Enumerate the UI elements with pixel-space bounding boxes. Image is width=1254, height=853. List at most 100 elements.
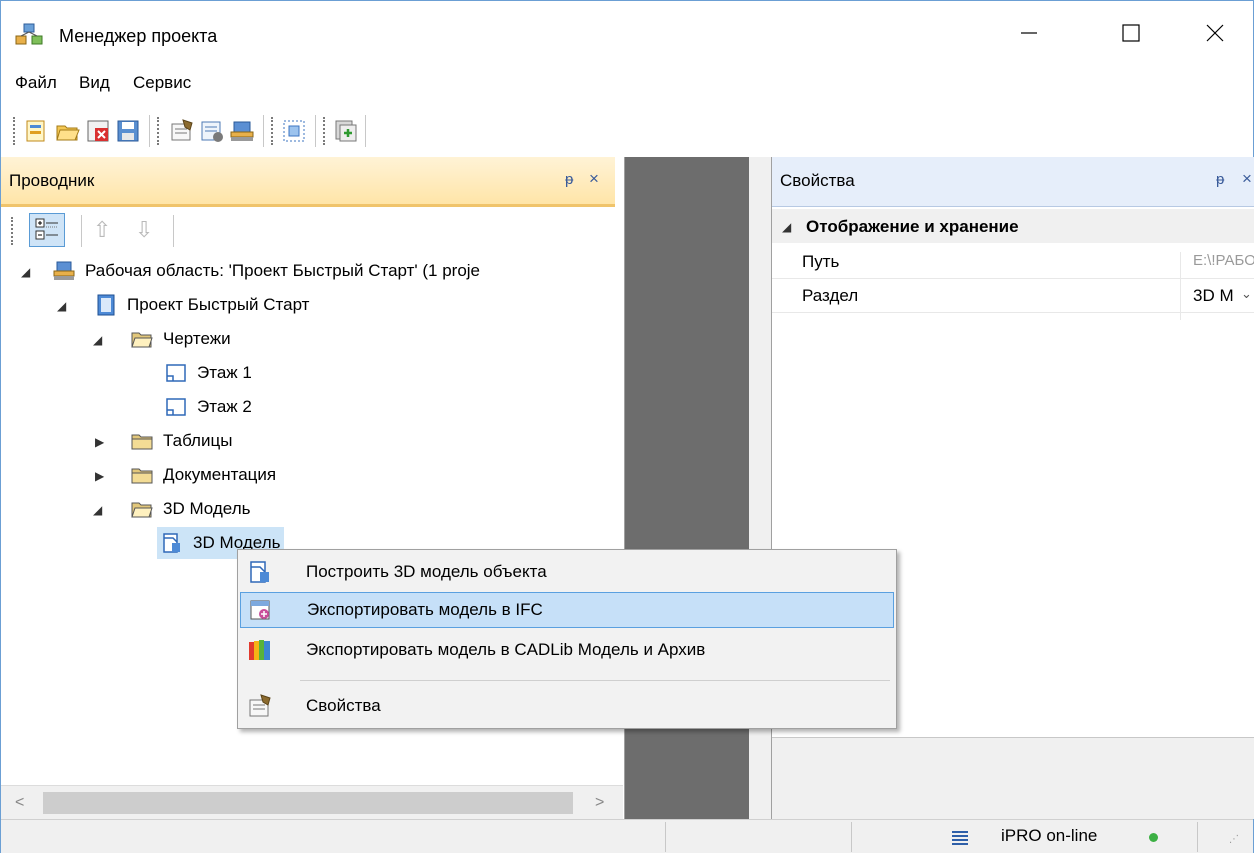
tree-item-drawings[interactable]: ◢ Чертежи — [93, 323, 231, 355]
folder-icon — [131, 464, 153, 486]
tree-label: Рабочая область: 'Проект Быстрый Старт' … — [85, 261, 481, 280]
expand-toggle-icon[interactable]: ◢ — [57, 299, 66, 313]
title-bar: Менеджер проекта — [1, 1, 1253, 63]
grid-icon[interactable] — [281, 118, 307, 144]
tree-label: Документация — [163, 465, 277, 484]
tree-item-workspace[interactable]: ◢ Рабочая область: 'Проект Быстрый Старт… — [21, 255, 480, 287]
online-indicator — [1149, 833, 1158, 842]
collapse-toggle-icon[interactable]: ▶ — [95, 469, 104, 483]
workspace-icon[interactable] — [229, 118, 255, 144]
menu-item-properties[interactable]: Свойства — [240, 688, 894, 724]
toolbar-separator — [315, 115, 316, 147]
status-separator — [851, 822, 852, 852]
window-title: Менеджер проекта — [59, 26, 218, 46]
open-project-icon[interactable] — [55, 118, 81, 144]
tree-item-floor-1[interactable]: Этаж 1 — [165, 357, 252, 389]
menu-service[interactable]: Сервис — [133, 73, 191, 93]
collapse-toggle-icon[interactable]: ▶ — [95, 435, 104, 449]
resize-grip-icon[interactable]: ⋰ — [1229, 834, 1239, 845]
toolbar-grip[interactable] — [323, 117, 326, 145]
properties-header: Свойства ᵽ × — [772, 157, 1254, 207]
tree-item-documentation[interactable]: ▶ Документация — [93, 459, 276, 491]
scroll-thumb[interactable] — [43, 792, 573, 814]
menu-item-export-cadlib[interactable]: Экспортировать модель в CADLib Модель и … — [240, 632, 894, 668]
minimize-icon — [1019, 23, 1039, 48]
status-separator — [1197, 822, 1198, 852]
tree-item-tables[interactable]: ▶ Таблицы — [93, 425, 232, 457]
settings-icon[interactable] — [199, 118, 225, 144]
export-ifc-icon — [249, 598, 273, 622]
property-group-label: Отображение и хранение — [806, 217, 1019, 236]
open-folder-icon — [131, 328, 153, 350]
pin-icon[interactable]: ᵽ — [1216, 171, 1224, 188]
toolbar-separator — [81, 215, 82, 247]
main-toolbar — [1, 105, 1253, 157]
scroll-left-icon[interactable]: < — [15, 794, 24, 812]
property-row-path[interactable]: Путь E:\!РАБО — [772, 245, 1254, 286]
menu-file[interactable]: Файл — [15, 73, 57, 93]
menu-item-label: Построить 3D модель объекта — [306, 562, 547, 581]
chevron-down-icon[interactable]: ⌄ — [1241, 286, 1252, 302]
scroll-right-icon[interactable]: > — [595, 794, 604, 812]
maximize-button[interactable] — [1107, 11, 1155, 59]
status-separator — [665, 822, 666, 852]
menu-item-label: Свойства — [306, 696, 381, 715]
build-model-icon — [248, 560, 272, 584]
property-row-section[interactable]: Раздел 3D М ⌄ — [772, 279, 1254, 320]
explorer-header: Проводник ᵽ × — [1, 157, 615, 207]
service-status[interactable]: iPRO on-line — [1001, 826, 1097, 846]
property-group[interactable]: ◢ Отображение и хранение — [772, 209, 1254, 243]
project-properties-icon[interactable] — [169, 118, 195, 144]
property-name: Путь — [802, 252, 840, 271]
workspace-icon — [53, 260, 75, 282]
arrow-up-icon[interactable]: ⇧ — [93, 217, 111, 243]
project-icon — [95, 294, 117, 316]
toolbar-grip[interactable] — [157, 117, 160, 145]
status-bar: iPRO on-line ⋰ — [1, 819, 1253, 853]
add-icon[interactable] — [333, 118, 359, 144]
properties-icon — [248, 694, 272, 718]
pin-icon[interactable]: ᵽ — [565, 171, 573, 188]
export-cadlib-icon — [248, 638, 272, 662]
open-folder-icon — [131, 498, 153, 520]
explorer-toolbar: ⇧ ⇩ — [1, 207, 623, 253]
tree-item-project[interactable]: ◢ Проект Быстрый Старт — [57, 289, 309, 321]
menu-item-build-model[interactable]: Построить 3D модель объекта — [240, 554, 894, 590]
property-description-area — [772, 737, 1254, 819]
menu-view[interactable]: Вид — [79, 73, 110, 93]
tree-item-3d-model-folder[interactable]: ◢ 3D Модель — [93, 493, 250, 525]
toolbar-grip[interactable] — [13, 117, 16, 145]
ipro-icon — [949, 826, 971, 853]
close-button[interactable] — [1191, 11, 1239, 59]
expand-toggle-icon[interactable]: ◢ — [93, 503, 102, 517]
expand-toggle-icon[interactable]: ◢ — [782, 220, 791, 234]
explorer-close-icon[interactable]: × — [589, 169, 599, 189]
explorer-title: Проводник — [9, 171, 95, 190]
property-value[interactable]: 3D М ⌄ — [1180, 286, 1254, 320]
horizontal-scrollbar[interactable]: < > — [1, 785, 623, 819]
tree-label: 3D Модель — [163, 499, 251, 518]
property-value-text: 3D М — [1193, 286, 1234, 305]
expand-toggle-icon[interactable]: ◢ — [21, 265, 30, 279]
toolbar-separator — [173, 215, 174, 247]
tree-item-floor-2[interactable]: Этаж 2 — [165, 391, 252, 423]
arrow-down-icon[interactable]: ⇩ — [135, 217, 153, 243]
toolbar-grip[interactable] — [11, 217, 14, 245]
save-project-icon[interactable] — [115, 118, 141, 144]
toolbar-separator — [365, 115, 366, 147]
properties-close-icon[interactable]: × — [1242, 169, 1252, 189]
tree-label: Проект Быстрый Старт — [127, 295, 310, 314]
expand-toggle-icon[interactable]: ◢ — [93, 333, 102, 347]
tree-view-button[interactable] — [29, 213, 65, 247]
properties-title: Свойства — [780, 171, 855, 190]
minimize-button[interactable] — [1005, 11, 1053, 59]
menu-bar: Файл Вид Сервис — [1, 63, 1253, 105]
toolbar-grip[interactable] — [271, 117, 274, 145]
close-project-icon[interactable] — [85, 118, 111, 144]
main-window: Менеджер проекта Файл Вид Сервис Проводн… — [0, 0, 1254, 853]
new-project-icon[interactable] — [23, 118, 49, 144]
close-icon — [1205, 23, 1225, 48]
context-menu: Построить 3D модель объекта Экспортирова… — [237, 549, 897, 729]
tree-label: Этаж 1 — [197, 363, 252, 382]
menu-item-export-ifc[interactable]: Экспортировать модель в IFC — [240, 592, 894, 628]
